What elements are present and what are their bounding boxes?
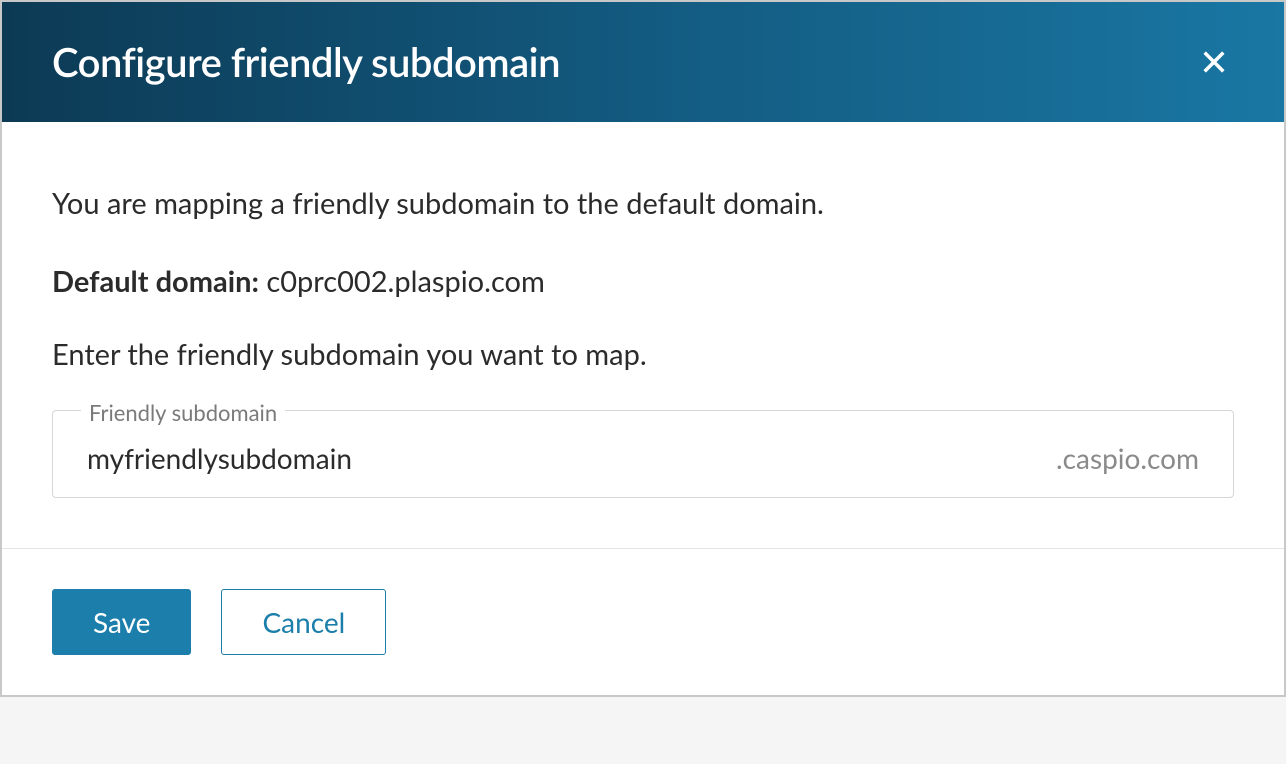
default-domain-label: Default domain: (52, 264, 259, 299)
domain-suffix: .caspio.com (1040, 441, 1199, 475)
dialog-footer: Save Cancel (2, 548, 1284, 695)
dialog-title: Configure friendly subdomain (52, 38, 560, 86)
close-button[interactable] (1194, 42, 1234, 82)
cancel-button[interactable]: Cancel (221, 589, 386, 655)
dialog-body: You are mapping a friendly subdomain to … (2, 122, 1284, 548)
friendly-subdomain-field: Friendly subdomain .caspio.com (52, 410, 1234, 498)
field-label: Friendly subdomain (81, 399, 285, 426)
friendly-subdomain-input[interactable] (87, 441, 1040, 475)
save-button[interactable]: Save (52, 589, 191, 655)
close-icon (1200, 48, 1228, 76)
dialog-header: Configure friendly subdomain (2, 2, 1284, 122)
enter-prompt: Enter the friendly subdomain you want to… (52, 337, 1234, 372)
intro-text: You are mapping a friendly subdomain to … (52, 182, 1234, 226)
default-domain-row: Default domain: c0prc002.plaspio.com (52, 264, 1234, 299)
default-domain-value: c0prc002.plaspio.com (266, 264, 545, 299)
configure-subdomain-dialog: Configure friendly subdomain You are map… (0, 0, 1286, 697)
